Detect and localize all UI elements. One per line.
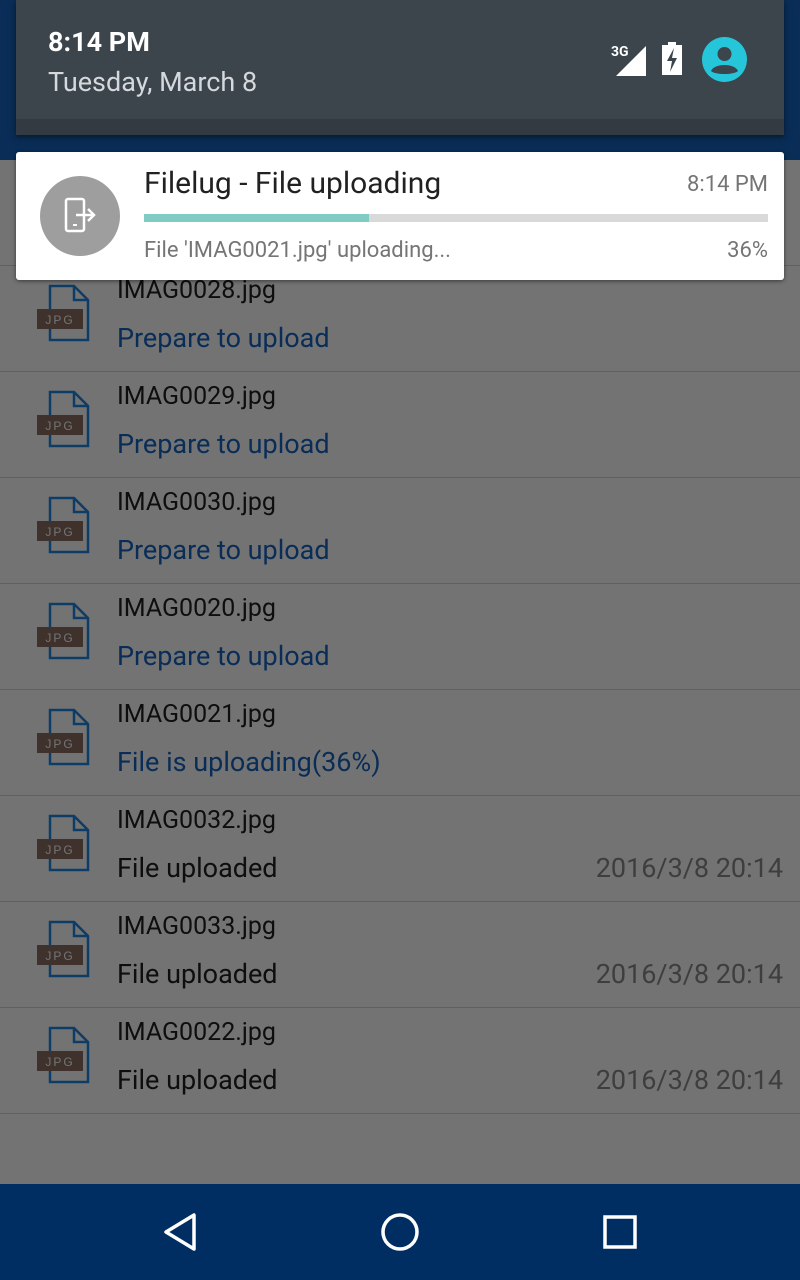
- upload-progress-bar: [144, 214, 768, 222]
- network-type: 3G: [611, 44, 629, 60]
- home-icon[interactable]: [376, 1208, 424, 1256]
- upload-progress-fill: [144, 214, 369, 222]
- notification-time: 8:14 PM: [687, 172, 768, 197]
- notification-percent: 36%: [727, 238, 768, 263]
- upload-icon: [40, 176, 120, 256]
- shade-edge: [16, 119, 784, 135]
- notification-title: Filelug - File uploading: [144, 166, 442, 201]
- recents-icon[interactable]: [596, 1208, 644, 1256]
- back-icon[interactable]: [156, 1208, 204, 1256]
- notification-text: File 'IMAG0021.jpg' uploading...: [144, 238, 451, 263]
- quick-settings-header[interactable]: 8:14 PM Tuesday, March 8 3G: [16, 0, 784, 135]
- date[interactable]: Tuesday, March 8: [48, 66, 257, 98]
- clock: 8:14 PM: [48, 26, 150, 58]
- account-icon[interactable]: [702, 37, 747, 82]
- upload-notification[interactable]: Filelug - File uploading 8:14 PM File 'I…: [16, 152, 784, 280]
- navigation-bar: [0, 1184, 800, 1280]
- battery-charging-icon: [662, 42, 682, 75]
